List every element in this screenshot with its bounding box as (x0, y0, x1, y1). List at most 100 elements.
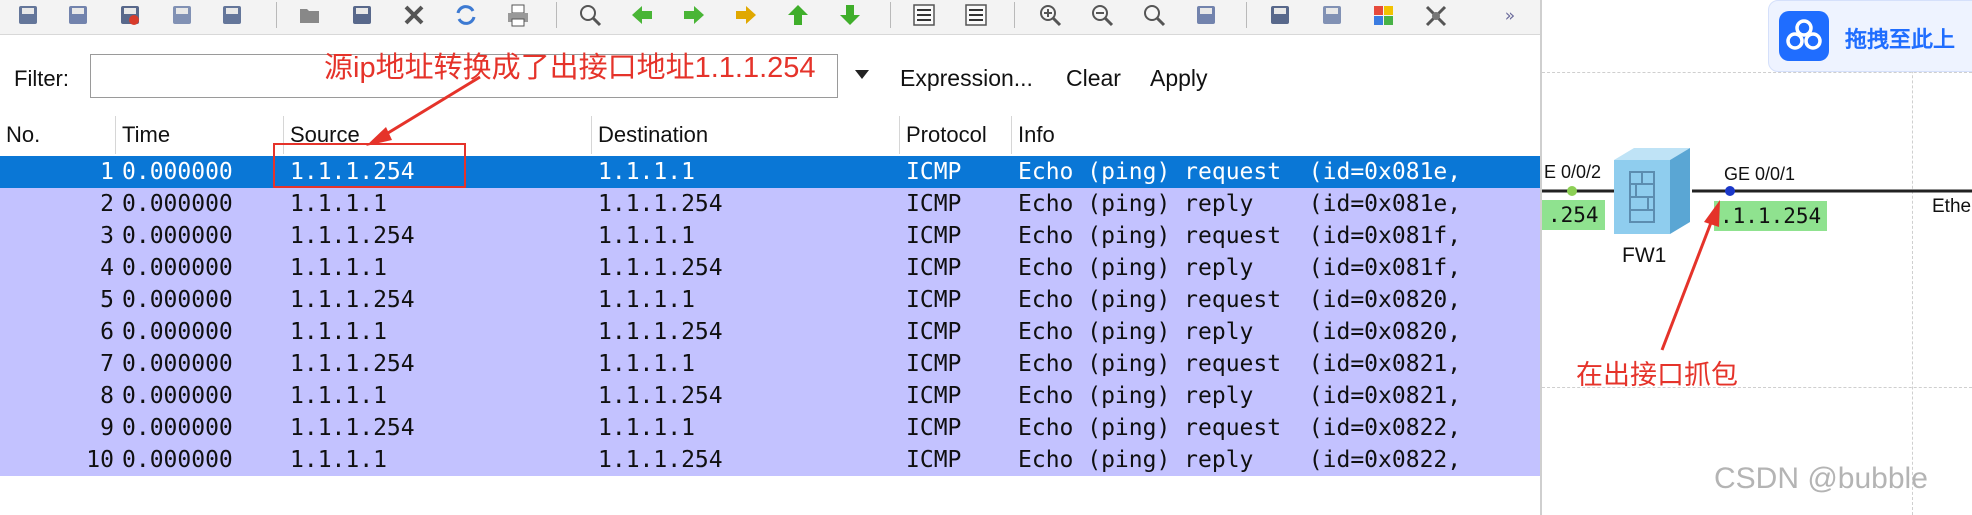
save-icon[interactable] (346, 0, 378, 30)
go-first-icon[interactable] (782, 0, 814, 30)
close-icon[interactable] (398, 0, 430, 30)
zoom-in-icon[interactable] (1034, 0, 1066, 30)
column-header-protocol[interactable]: Protocol (900, 116, 1012, 154)
packet-row[interactable]: 4 0.000000 1.1.1.1 1.1.1.254 ICMP Echo (ping)… (0, 252, 1540, 284)
go-back-icon[interactable] (626, 0, 658, 30)
close-file-icon[interactable] (114, 0, 146, 30)
topology-panel: 拖拽至此上 E 0/0/2 GE 0/0/1 .254 .1.1.254 FW1… (1542, 0, 1972, 515)
packet-row[interactable]: 8 0.000000 1.1.1.1 1.1.1.254 ICMP Echo (ping)… (0, 380, 1540, 412)
preferences-icon[interactable] (1420, 0, 1452, 30)
packet-cell-protocol: ICMP (906, 255, 962, 281)
packet-cell-no: 5 (100, 287, 114, 313)
source-annotation: 源ip地址转换成了出接口地址1.1.1.254 (324, 52, 816, 84)
packet-cell-no: 9 (100, 415, 114, 441)
coloring-rules-icon[interactable] (1368, 0, 1400, 30)
packet-cell-source: 1.1.1.254 (290, 223, 415, 249)
packet-cell-no: 2 (100, 191, 114, 217)
packet-cell-time: 0.000000 (122, 191, 233, 217)
firewall-device (1614, 148, 1690, 234)
packet-cell-no: 8 (100, 383, 114, 409)
display-filters-icon[interactable] (1316, 0, 1348, 30)
packet-cell-destination: 1.1.1.1 (598, 351, 695, 377)
packet-cell-time: 0.000000 (122, 351, 233, 377)
print-icon[interactable] (502, 0, 534, 30)
capture-filters-icon[interactable] (1264, 0, 1296, 30)
packet-row[interactable]: 2 0.000000 1.1.1.1 1.1.1.254 ICMP Echo (ping)… (0, 188, 1540, 220)
go-forward-icon[interactable] (678, 0, 710, 30)
packet-row[interactable]: 3 0.000000 1.1.1.254 1.1.1.1 ICMP Echo (ping)… (0, 220, 1540, 252)
packet-cell-source: 1.1.1.1 (290, 447, 387, 473)
column-header-destination[interactable]: Destination (592, 116, 900, 154)
toolbar-separator (556, 2, 557, 28)
ip-address-left: .254 (1542, 200, 1605, 230)
packet-row[interactable]: 9 0.000000 1.1.1.254 1.1.1.1 ICMP Echo (ping)… (0, 412, 1540, 444)
open-icon[interactable] (294, 0, 326, 30)
auto-scroll-icon[interactable] (960, 0, 992, 30)
packet-cell-info: Echo (ping) reply (id=0x0821, (1018, 383, 1462, 409)
toolbar-overflow-icon[interactable]: » (1498, 6, 1522, 26)
clear-button[interactable]: Clear (1066, 65, 1121, 92)
packet-row[interactable]: 1 0.000000 1.1.1.254 1.1.1.1 ICMP Echo (ping)… (0, 156, 1540, 188)
packet-cell-protocol: ICMP (906, 415, 962, 441)
packet-row[interactable]: 7 0.000000 1.1.1.254 1.1.1.1 ICMP Echo (ping)… (0, 348, 1540, 380)
packet-row[interactable]: 10 0.000000 1.1.1.1 1.1.1.254 ICMP Echo (ping… (0, 444, 1540, 476)
packet-cell-time: 0.000000 (122, 159, 233, 185)
device-label-partial: Ethe (1932, 196, 1972, 217)
packet-cell-info: Echo (ping) request (id=0x0821, (1018, 351, 1462, 377)
zoom-out-icon[interactable] (1086, 0, 1118, 30)
packet-row[interactable]: 5 0.000000 1.1.1.254 1.1.1.1 ICMP Echo (ping)… (0, 284, 1540, 316)
save-as-icon[interactable] (216, 0, 248, 30)
toolbar-separator (1014, 2, 1015, 28)
reload-file-icon[interactable] (166, 0, 198, 30)
packet-cell-time: 0.000000 (122, 383, 233, 409)
column-header-info[interactable]: Info (1012, 116, 1540, 154)
go-last-icon[interactable] (834, 0, 866, 30)
column-header-no[interactable]: No. (0, 116, 116, 154)
packet-cell-protocol: ICMP (906, 447, 962, 473)
resize-columns-icon[interactable] (1190, 0, 1222, 30)
column-header-time[interactable]: Time (116, 116, 284, 154)
reload-icon[interactable] (450, 0, 482, 30)
packet-cell-no: 3 (100, 223, 114, 249)
packet-cell-time: 0.000000 (122, 287, 233, 313)
find-packet-icon[interactable] (574, 0, 606, 30)
go-to-packet-icon[interactable] (730, 0, 762, 30)
packet-cell-destination: 1.1.1.1 (598, 223, 695, 249)
watermark: CSDN @bubble (1714, 462, 1928, 495)
packet-cell-no: 4 (100, 255, 114, 281)
save-file-icon[interactable] (62, 0, 94, 30)
apply-button[interactable]: Apply (1150, 65, 1208, 92)
source-highlight-box (273, 143, 466, 188)
packet-cell-info: Echo (ping) request (id=0x0822, (1018, 415, 1462, 441)
packet-cell-protocol: ICMP (906, 223, 962, 249)
packet-cell-info: Echo (ping) request (id=0x081f, (1018, 223, 1462, 249)
toolbar-separator (890, 2, 891, 28)
packet-cell-protocol: ICMP (906, 351, 962, 377)
packet-cell-protocol: ICMP (906, 159, 962, 185)
packet-cell-protocol: ICMP (906, 191, 962, 217)
device-label[interactable]: FW1 (1622, 244, 1666, 268)
packet-row[interactable]: 6 0.000000 1.1.1.1 1.1.1.254 ICMP Echo (ping)… (0, 316, 1540, 348)
port-label-right: GE 0/0/1 (1724, 164, 1796, 184)
packet-cell-destination: 1.1.1.1 (598, 159, 695, 185)
toolbar-separator (276, 2, 277, 28)
filter-dropdown-icon[interactable] (855, 70, 869, 79)
packet-cell-destination: 1.1.1.1 (598, 415, 695, 441)
open-file-icon[interactable] (12, 0, 44, 30)
packet-cell-no: 6 (100, 319, 114, 345)
packet-cell-time: 0.000000 (122, 255, 233, 281)
packet-cell-no: 1 (100, 159, 114, 185)
normal-size-icon[interactable] (1138, 0, 1170, 30)
toolbar-separator (1246, 2, 1247, 28)
packet-list-header: No. Time Source Destination Protocol Inf… (0, 116, 1540, 154)
packet-cell-protocol: ICMP (906, 287, 962, 313)
packet-cell-source: 1.1.1.1 (290, 191, 387, 217)
packet-cell-protocol: ICMP (906, 319, 962, 345)
packet-cell-source: 1.1.1.254 (290, 351, 415, 377)
packet-cell-info: Echo (ping) reply (id=0x0822, (1018, 447, 1462, 473)
colorize-icon[interactable] (908, 0, 940, 30)
port-dot-left (1567, 186, 1577, 196)
expression-button[interactable]: Expression... (900, 65, 1033, 92)
filter-label: Filter: (14, 66, 69, 91)
packet-cell-source: 1.1.1.1 (290, 255, 387, 281)
